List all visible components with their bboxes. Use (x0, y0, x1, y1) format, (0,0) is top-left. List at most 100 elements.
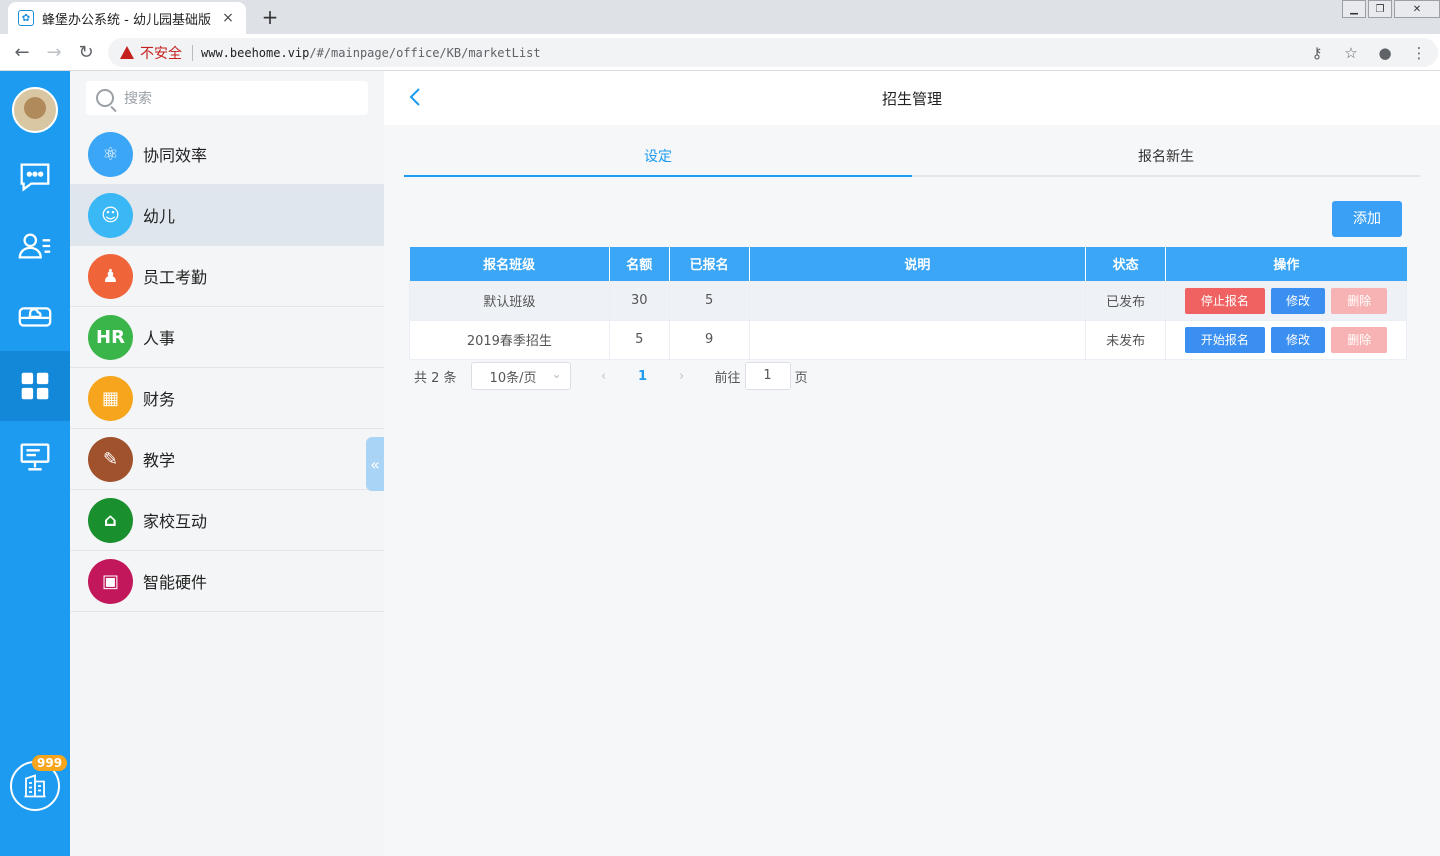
cell-status: 未发布 (1085, 319, 1167, 360)
module-label: 幼儿 (143, 207, 176, 226)
cell-note (748, 280, 1087, 321)
module-item[interactable]: ♟ 员工考勤 (70, 246, 384, 307)
menu-dots-icon[interactable]: ⋮ (1410, 44, 1428, 62)
stop-enrollment-button[interactable]: 停止报名 (1184, 287, 1265, 314)
search-input[interactable]: 搜索 (86, 81, 368, 115)
header-quota: 名额 (609, 247, 670, 281)
close-window-button[interactable]: ✕ (1394, 0, 1440, 18)
browser-tab[interactable]: ✿ 蜂堡办公系统 - 幼儿园基础版 × (8, 2, 246, 34)
avatar[interactable] (12, 87, 58, 133)
window-controls: ▁ ❐ ✕ (1340, 0, 1440, 18)
tab-bar: 设定 报名新生 (404, 141, 1420, 177)
total-count: 共 2 条 (414, 370, 457, 386)
module-item[interactable]: ✎ 教学 (70, 429, 384, 490)
app-rail: 999 (0, 71, 70, 856)
cell-actions: 停止报名 修改 删除 (1165, 280, 1407, 321)
hr-icon: HR (88, 314, 133, 360)
new-tab-button[interactable]: + (258, 6, 282, 28)
site-favicon-icon: ✿ (18, 10, 34, 26)
omnibox-divider (192, 44, 193, 61)
cell-enrolled: 9 (668, 319, 750, 360)
contacts-icon[interactable] (0, 211, 70, 281)
key-icon[interactable]: ⚷ (1308, 44, 1326, 62)
cell-status: 已发布 (1085, 280, 1167, 321)
module-item[interactable]: HR 人事 (70, 307, 384, 368)
reload-icon[interactable]: ↻ (74, 41, 98, 65)
header-enrolled: 已报名 (669, 247, 750, 281)
module-label: 人事 (143, 329, 176, 348)
cell-quota: 5 (608, 319, 670, 360)
home-icon: ⌂ (88, 497, 133, 543)
notice-building-icon[interactable]: 999 (10, 755, 68, 811)
table-header-row: 报名班级 名额 已报名 说明 状态 操作 (409, 247, 1407, 281)
teacher-icon: ✎ (88, 436, 133, 482)
delete-button[interactable]: 删除 (1331, 326, 1388, 353)
page-unit-label: 页 (794, 370, 808, 386)
star-icon[interactable]: ☆ (1342, 44, 1360, 62)
back-arrow-icon[interactable]: ← (10, 41, 34, 65)
edit-button[interactable]: 修改 (1271, 326, 1326, 353)
header-class: 报名班级 (409, 247, 610, 281)
main-content: 招生管理 设定 报名新生 添加 报名班级 名额 已报名 说明 状态 操作 默认班… (384, 71, 1440, 856)
finance-icon: ▦ (88, 375, 133, 421)
cell-quota: 30 (608, 280, 670, 321)
profile-icon[interactable]: ● (1376, 44, 1394, 62)
monitor-icon[interactable] (0, 421, 70, 491)
goto-page-input[interactable]: 1 (744, 362, 791, 390)
module-label: 财务 (143, 390, 176, 409)
restore-button[interactable]: ❐ (1368, 0, 1392, 18)
page-size-select[interactable]: 10条/页 ⌄ (470, 362, 571, 390)
next-page-icon[interactable]: › (667, 369, 697, 384)
edit-button[interactable]: 修改 (1271, 287, 1326, 314)
cell-note (748, 319, 1087, 360)
tab-new-enrollment[interactable]: 报名新生 (912, 141, 1420, 175)
cloud-drive-icon[interactable] (0, 281, 70, 351)
module-item[interactable]: ⌂ 家校互动 (70, 490, 384, 551)
address-bar: ← → ↻ 不安全 www.beehome.vip/#/mainpage/off… (0, 34, 1440, 71)
enrollment-table: 报名班级 名额 已报名 说明 状态 操作 默认班级 30 5 已发布 停止报名 … (409, 247, 1407, 360)
add-button[interactable]: 添加 (1332, 201, 1402, 237)
cell-actions: 开始报名 修改 删除 (1165, 319, 1407, 360)
start-enrollment-button[interactable]: 开始报名 (1184, 326, 1265, 353)
browser-tab-bar: ✿ 蜂堡办公系统 - 幼儿园基础版 × + ▁ ❐ ✕ (0, 0, 1440, 34)
header-note: 说明 (749, 247, 1087, 281)
tab-settings[interactable]: 设定 (404, 141, 912, 177)
cell-class: 2019春季招生 (409, 319, 610, 360)
minimize-button[interactable]: ▁ (1342, 0, 1366, 18)
atom-icon: ⚛ (88, 131, 133, 177)
url-text: www.beehome.vip/#/mainpage/office/KB/mar… (201, 46, 541, 60)
module-item[interactable]: ▣ 智能硬件 (70, 551, 384, 612)
security-label[interactable]: 不安全 (140, 43, 182, 63)
page-size-value: 10条/页 (489, 370, 537, 386)
cell-enrolled: 5 (668, 280, 750, 321)
pagination: 共 2 条 10条/页 ⌄ ‹ 1 › 前往 1 页 (414, 362, 808, 390)
table-row: 默认班级 30 5 已发布 停止报名 修改 删除 (409, 280, 1407, 321)
delete-button[interactable]: 删除 (1331, 287, 1388, 314)
warning-icon (120, 46, 134, 59)
staff-icon: ♟ (88, 253, 133, 299)
module-label: 协同效率 (143, 146, 208, 165)
module-label: 教学 (143, 451, 176, 470)
apps-grid-icon[interactable] (0, 351, 70, 421)
device-icon: ▣ (88, 558, 133, 604)
module-item[interactable]: ⚛ 协同效率 (70, 124, 384, 185)
url-input[interactable]: 不安全 www.beehome.vip/#/mainpage/office/KB… (108, 38, 1438, 67)
goto-label: 前往 (714, 370, 741, 386)
module-item[interactable]: ☺ 幼儿 (70, 185, 384, 246)
table-row: 2019春季招生 5 9 未发布 开始报名 修改 删除 (409, 319, 1407, 360)
url-path: /#/mainpage/office/KB/marketList (309, 45, 541, 60)
cell-class: 默认班级 (409, 280, 610, 321)
module-item[interactable]: ▦ 财务 (70, 368, 384, 429)
page-header: 招生管理 (384, 71, 1440, 125)
page-number[interactable]: 1 (619, 369, 667, 384)
collapse-panel-icon[interactable]: « (366, 437, 384, 491)
page-title: 招生管理 (881, 90, 942, 108)
forward-arrow-icon[interactable]: → (42, 41, 66, 65)
tab-close-icon[interactable]: × (220, 10, 236, 26)
module-label: 智能硬件 (143, 573, 208, 592)
header-actions: 操作 (1165, 247, 1407, 281)
chat-icon[interactable] (0, 141, 70, 211)
prev-page-icon[interactable]: ‹ (589, 369, 619, 384)
url-host: www.beehome.vip (201, 45, 310, 60)
notification-badge: 999 (32, 755, 68, 771)
